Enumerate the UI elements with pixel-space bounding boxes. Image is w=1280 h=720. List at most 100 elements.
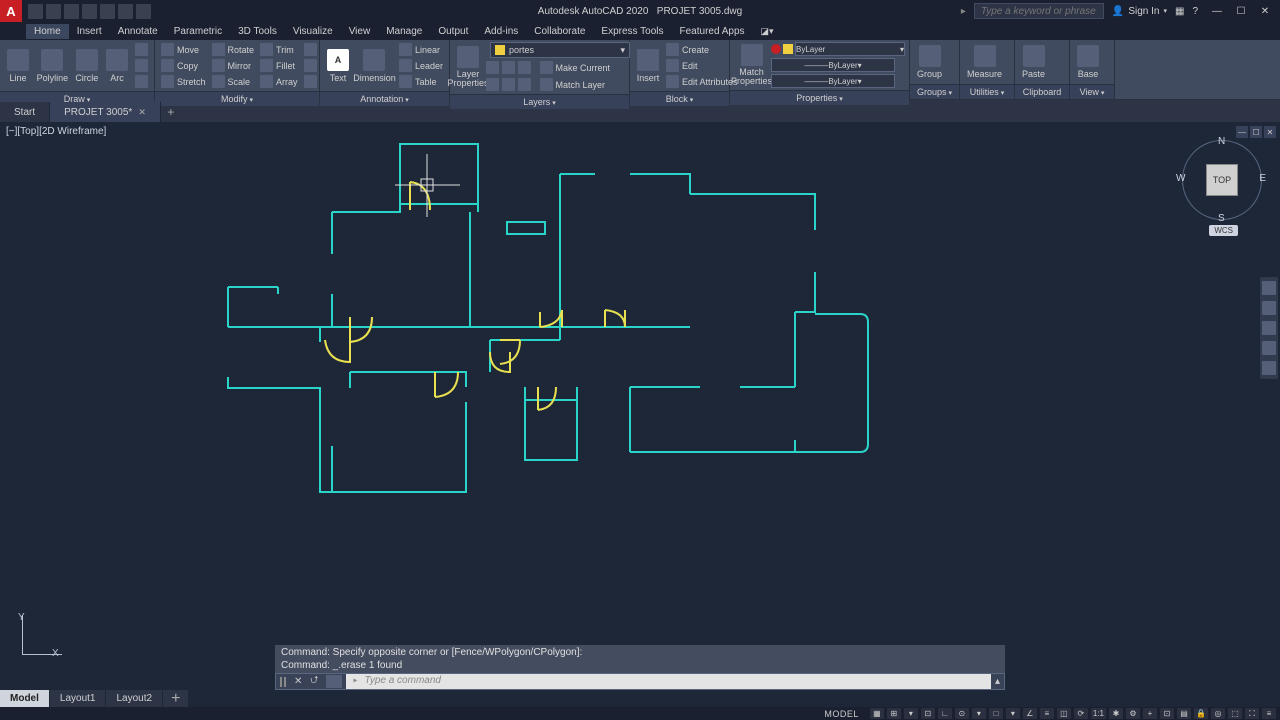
dimension-button[interactable]: Dimension [354, 48, 395, 84]
qat-save-icon[interactable] [64, 4, 79, 19]
tab-featuredapps[interactable]: Featured Apps [672, 24, 753, 39]
file-tab-current[interactable]: PROJET 3005*✕ [50, 102, 161, 122]
draw-extra-2[interactable] [133, 58, 150, 73]
tab-manage[interactable]: Manage [378, 24, 430, 39]
insert-block-button[interactable]: Insert [634, 48, 662, 84]
qat-new-icon[interactable] [28, 4, 43, 19]
tab-3dtools[interactable]: 3D Tools [230, 24, 285, 39]
fillet-button[interactable]: Fillet [258, 58, 300, 73]
table-button[interactable]: Table [397, 74, 445, 89]
status-lockui-icon[interactable]: 🔒 [1194, 708, 1208, 719]
status-gear-icon[interactable]: ⚙ [1126, 708, 1140, 719]
tab-home[interactable]: Home [26, 24, 69, 39]
nav-orbit-icon[interactable] [1262, 341, 1276, 355]
panel-view-title[interactable]: View [1080, 87, 1105, 97]
trim-button[interactable]: Trim [258, 42, 300, 57]
nav-zoom-icon[interactable] [1262, 321, 1276, 335]
tab-expresstools[interactable]: Express Tools [593, 24, 671, 39]
command-close-icon[interactable]: ✕ [290, 676, 306, 687]
tab-parametric[interactable]: Parametric [166, 24, 230, 39]
command-input[interactable]: ▸ Type a command [346, 674, 991, 689]
draw-extra-3[interactable] [133, 74, 150, 89]
edit-attributes-button[interactable]: Edit Attributes [664, 74, 740, 89]
qat-open-icon[interactable] [46, 4, 61, 19]
tab-collaborate[interactable]: Collaborate [526, 24, 593, 39]
qat-undo-icon[interactable] [118, 4, 133, 19]
command-window[interactable]: Command: Specify opposite corner or [Fen… [275, 645, 1005, 690]
tab-visualize[interactable]: Visualize [285, 24, 341, 39]
panel-modify-title[interactable]: Modify [221, 94, 253, 104]
array-button[interactable]: Array [258, 74, 300, 89]
nav-showmotion-icon[interactable] [1262, 361, 1276, 375]
status-otrack-icon[interactable]: ∠ [1023, 708, 1037, 719]
panel-block-title[interactable]: Block [666, 94, 693, 104]
line-button[interactable]: Line [4, 48, 32, 84]
scale-button[interactable]: Scale [210, 74, 257, 89]
measure-button[interactable]: Measure [964, 44, 1005, 80]
circle-button[interactable]: Circle [73, 48, 101, 84]
linear-button[interactable]: Linear [397, 42, 445, 57]
status-3dosnap-icon[interactable]: ▾ [1006, 708, 1020, 719]
stretch-button[interactable]: Stretch [159, 74, 208, 89]
lineweight-dropdown[interactable]: ——— ByLayer ▾ [771, 58, 895, 72]
move-button[interactable]: Move [159, 42, 208, 57]
status-customize-icon[interactable]: ≡ [1262, 708, 1276, 719]
layout-layout1[interactable]: Layout1 [50, 690, 107, 707]
autodesk-app-icon[interactable]: ▦ [1175, 6, 1184, 17]
tab-addins[interactable]: Add-ins [476, 24, 526, 39]
tab-annotate[interactable]: Annotate [110, 24, 166, 39]
search-input[interactable] [974, 3, 1104, 19]
status-snap-icon[interactable]: ⊞ [887, 708, 901, 719]
status-annoscale[interactable]: 1:1 [1091, 708, 1106, 719]
panel-layers-title[interactable]: Layers [523, 97, 555, 107]
color-dropdown[interactable]: ByLayer▾ [795, 42, 905, 56]
paste-button[interactable]: Paste [1019, 44, 1048, 80]
status-workspace-icon[interactable]: + [1143, 708, 1157, 719]
status-dynamic-icon[interactable]: ⊡ [921, 708, 935, 719]
start-tab[interactable]: Start [0, 102, 50, 122]
status-units-icon[interactable]: ⊡ [1160, 708, 1174, 719]
status-isolate-icon[interactable]: ◎ [1211, 708, 1225, 719]
tab-view[interactable]: View [341, 24, 379, 39]
viewcube-east[interactable]: E [1259, 173, 1266, 184]
command-recent-icon[interactable]: ⮍ [306, 673, 322, 690]
mirror-button[interactable]: Mirror [210, 58, 257, 73]
signin-button[interactable]: 👤 Sign In ▾ [1112, 6, 1167, 17]
layer-properties-button[interactable]: Layer Properties [454, 45, 482, 89]
infocenter-arrow-icon[interactable]: ▸ [961, 6, 966, 17]
viewcube-north[interactable]: N [1218, 136, 1225, 147]
drawing-viewport[interactable]: [−][Top][2D Wireframe] — ☐ ✕ [0, 122, 1280, 667]
viewcube[interactable]: TOP N S E W [1182, 140, 1262, 220]
viewcube-south[interactable]: S [1218, 213, 1225, 224]
status-quickprops-icon[interactable]: ▤ [1177, 708, 1191, 719]
status-polar-icon[interactable]: ⊙ [955, 708, 969, 719]
tab-output[interactable]: Output [430, 24, 476, 39]
modify-extra-2[interactable] [302, 58, 319, 73]
status-lineweight-icon[interactable]: ≡ [1040, 708, 1054, 719]
make-current-button[interactable]: Make Current [484, 60, 630, 75]
match-layer-button[interactable]: Match Layer [484, 77, 630, 92]
panel-utilities-title[interactable]: Utilities [970, 87, 1004, 97]
leader-button[interactable]: Leader [397, 58, 445, 73]
status-model[interactable]: MODEL [822, 708, 861, 719]
wcs-badge[interactable]: WCS [1209, 225, 1238, 236]
status-cleanscreen-icon[interactable]: ⛶ [1245, 708, 1259, 719]
rotate-button[interactable]: Rotate [210, 42, 257, 57]
status-cycling-icon[interactable]: ⟳ [1074, 708, 1088, 719]
status-annomonitor-icon[interactable]: ✱ [1109, 708, 1123, 719]
qat-redo-icon[interactable] [136, 4, 151, 19]
panel-annotation-title[interactable]: Annotation [360, 94, 409, 104]
close-button[interactable]: ✕ [1254, 3, 1276, 19]
tab-insert[interactable]: Insert [69, 24, 110, 39]
nav-wheel-icon[interactable] [1262, 281, 1276, 295]
draw-extra-1[interactable] [133, 42, 150, 57]
text-button[interactable]: AText [324, 48, 352, 84]
layout-layout2[interactable]: Layout2 [106, 690, 163, 707]
modify-extra-3[interactable] [302, 74, 319, 89]
maximize-button[interactable]: ☐ [1230, 3, 1252, 19]
new-tab-button[interactable]: + [161, 102, 181, 122]
arc-button[interactable]: Arc [103, 48, 131, 84]
command-expand-icon[interactable]: ▴ [991, 676, 1004, 687]
qat-plot-icon[interactable] [100, 4, 115, 19]
status-osnap-icon[interactable]: □ [989, 708, 1003, 719]
